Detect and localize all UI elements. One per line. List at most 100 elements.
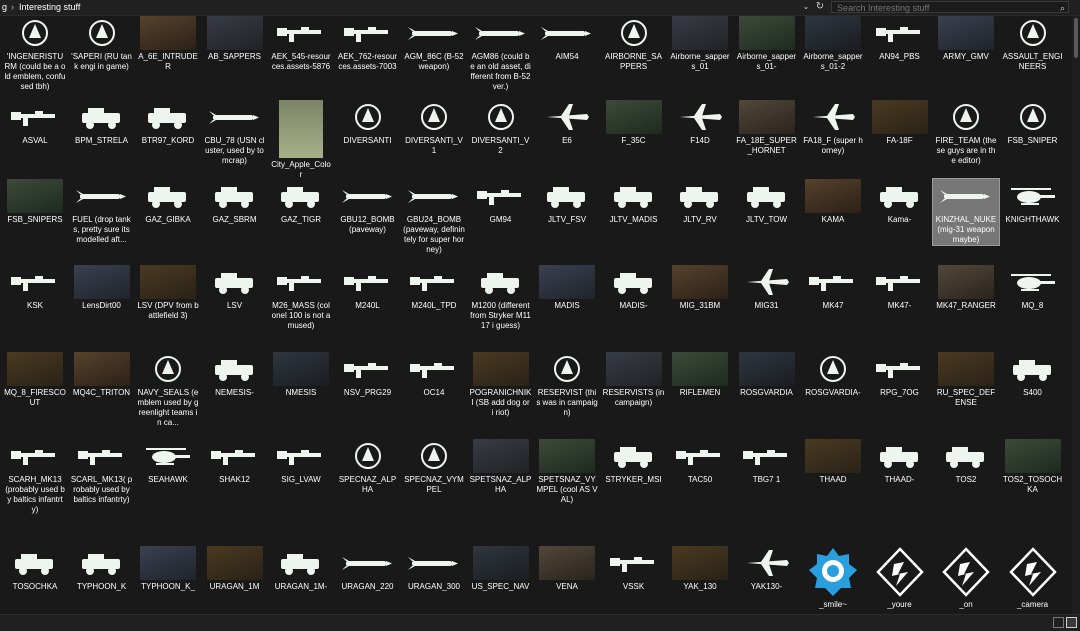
file-item[interactable]: TOS2	[933, 439, 999, 485]
file-item[interactable]: MIG31	[734, 265, 800, 311]
file-item[interactable]: F_35C	[601, 100, 667, 146]
file-item[interactable]: YAK_130	[667, 546, 733, 592]
file-item[interactable]: City_Apple_Color	[268, 100, 334, 180]
file-item[interactable]: OC14	[401, 352, 467, 398]
file-item[interactable]: AEK_762-resources.assets-7003	[335, 16, 401, 72]
file-item[interactable]: AEK_545-resources.assets-5876	[268, 16, 334, 72]
refresh-icon[interactable]: ↻	[814, 1, 826, 13]
file-item[interactable]: FA18_F (super horney)	[800, 100, 866, 156]
file-item[interactable]: SHAK12	[202, 439, 268, 485]
file-item[interactable]: ROSGVARDIA-	[800, 352, 866, 398]
file-item[interactable]: 'SAPERI (RU tank engi in game)	[69, 16, 135, 72]
file-item[interactable]: AN94_PBS	[867, 16, 933, 62]
file-item[interactable]: Airborne_sappers_01	[667, 16, 733, 72]
file-item[interactable]: POGRANICHNIKI (SB add dog or i riot)	[468, 352, 534, 418]
file-item[interactable]: FSB_SNIPERS	[2, 179, 68, 225]
file-item[interactable]: JLTV_RV	[667, 179, 733, 225]
file-item[interactable]: GAZ_TIGR	[268, 179, 334, 225]
file-item[interactable]: VENA	[534, 546, 600, 592]
scrollbar-thumb[interactable]	[1074, 18, 1078, 58]
file-item[interactable]: MK47	[800, 265, 866, 311]
file-item[interactable]: 'INGENERISTU RM (could be a old emblem, …	[2, 16, 68, 92]
file-item[interactable]: SPETSNAZ_ALPHA	[468, 439, 534, 495]
file-item[interactable]: RU_SPEC_DEFENSE	[933, 352, 999, 408]
file-item[interactable]: KINZHAL_NUKE (mig-31 weapon maybe)	[932, 178, 1000, 246]
file-item[interactable]: LSV	[202, 265, 268, 311]
file-item[interactable]: M1200 (different from Stryker M1117 i gu…	[468, 265, 534, 331]
file-item[interactable]: JLTV_FSV	[534, 179, 600, 225]
file-item[interactable]: MADIS-	[601, 265, 667, 311]
file-item[interactable]: TOS2_TOSOCHKA	[1000, 439, 1066, 495]
file-item[interactable]: E6	[534, 100, 600, 146]
file-item[interactable]: SEAHAWK	[135, 439, 201, 485]
file-item[interactable]: ARMY_GMV	[933, 16, 999, 62]
details-view-icon[interactable]	[1053, 617, 1064, 628]
search-input[interactable]	[837, 3, 1047, 13]
file-item[interactable]: RESERVIST (this was in campaign)	[534, 352, 600, 418]
file-item[interactable]: RESERVISTS (in campaign)	[601, 352, 667, 408]
file-item[interactable]: FIRE_TEAM (these guys are in the editor)	[933, 100, 999, 166]
file-item[interactable]: GAZ_GIBKA	[135, 179, 201, 225]
file-item[interactable]: SCARL_MK13( probably used by baltics inf…	[69, 439, 135, 505]
file-item[interactable]: MQ_8	[1000, 265, 1066, 311]
search-box[interactable]: ⌕	[831, 1, 1069, 13]
file-item[interactable]: M240L_TPD	[401, 265, 467, 311]
file-item[interactable]: _smile~	[800, 546, 866, 610]
file-item[interactable]: YAK130-	[734, 546, 800, 592]
file-item[interactable]: F14D	[667, 100, 733, 146]
file-item[interactable]: US_SPEC_NAV	[468, 546, 534, 592]
file-item[interactable]: FA_18E_SUPER_HORNET	[734, 100, 800, 156]
file-item[interactable]: GAZ_SBRM	[202, 179, 268, 225]
file-item[interactable]: ASVAL	[2, 100, 68, 146]
file-item[interactable]: THAAD	[800, 439, 866, 485]
file-item[interactable]: BPM_STRELA	[69, 100, 135, 146]
file-item[interactable]: NSV_PRG29	[335, 352, 401, 398]
file-item[interactable]: AIRBORNE_SAPPERS	[601, 16, 667, 72]
file-item[interactable]: NEMESIS-	[202, 352, 268, 398]
breadcrumb-current[interactable]: Interesting stuff	[19, 2, 80, 12]
file-item[interactable]: THAAD-	[867, 439, 933, 485]
file-item[interactable]: URAGAN_1M-	[268, 546, 334, 592]
vertical-scrollbar[interactable]	[1072, 16, 1080, 615]
file-item[interactable]: S400	[1000, 352, 1066, 398]
file-item[interactable]: RIFLEMEN	[667, 352, 733, 398]
file-item[interactable]: DIVERSANTI	[335, 100, 401, 146]
file-item[interactable]: TAC50	[667, 439, 733, 485]
file-item[interactable]: _youre	[867, 546, 933, 610]
file-item[interactable]: CBU_78 (USN cluster, used by tomcrap)	[202, 100, 268, 166]
breadcrumb-parent[interactable]: g	[2, 2, 7, 12]
file-item[interactable]: JLTV_MADIS	[601, 179, 667, 225]
file-item[interactable]: AGM86 (could be an old asset, different …	[468, 16, 534, 92]
file-item[interactable]: TOSOCHKA	[2, 546, 68, 592]
file-item[interactable]: KSK	[2, 265, 68, 311]
file-item[interactable]: URAGAN_220	[335, 546, 401, 592]
file-item[interactable]: KAMA	[800, 179, 866, 225]
file-item[interactable]: AIM54	[534, 16, 600, 62]
file-item[interactable]: URAGAN_1M	[202, 546, 268, 592]
file-item[interactable]: Airborne_sappers_01-2	[800, 16, 866, 72]
file-item[interactable]: SIG_LVAW	[268, 439, 334, 485]
file-item[interactable]: ROSGVARDIA	[734, 352, 800, 398]
file-item[interactable]: MK47-	[867, 265, 933, 311]
file-item[interactable]: TYPHOON_K_	[135, 546, 201, 592]
file-item[interactable]: STRYKER_MSI	[601, 439, 667, 485]
file-item[interactable]: Airborne_sappers_01-	[734, 16, 800, 72]
search-icon[interactable]: ⌕	[1060, 2, 1065, 14]
file-item[interactable]: _on	[933, 546, 999, 610]
chevron-down-icon[interactable]: ⌄	[800, 1, 812, 13]
file-item[interactable]: MADIS	[534, 265, 600, 311]
file-item[interactable]: M26_MASS (colonel 100 is not amused)	[268, 265, 334, 331]
file-item[interactable]: NMESIS	[268, 352, 334, 398]
file-item[interactable]: DIVERSANTI_V1	[401, 100, 467, 156]
file-item[interactable]: MK47_RANGER	[933, 265, 999, 311]
file-item[interactable]: GBU24_BOMB (paveway, definintely for sup…	[401, 179, 467, 255]
file-item[interactable]: JLTV_TOW	[734, 179, 800, 225]
file-item[interactable]: NAVY_SEALS (emblem used by greenlight te…	[135, 352, 201, 428]
file-item[interactable]: BTR97_KORD	[135, 100, 201, 146]
file-item[interactable]: SPECNAZ_ALPHA	[335, 439, 401, 495]
file-item[interactable]: _camera	[1000, 546, 1066, 610]
file-item[interactable]: AB_SAPPERS	[202, 16, 268, 62]
file-item[interactable]: KNIGHTHAWK	[1000, 179, 1066, 225]
file-item[interactable]: MIG_31BM	[667, 265, 733, 311]
file-item[interactable]: FSB_SNIPER	[1000, 100, 1066, 146]
